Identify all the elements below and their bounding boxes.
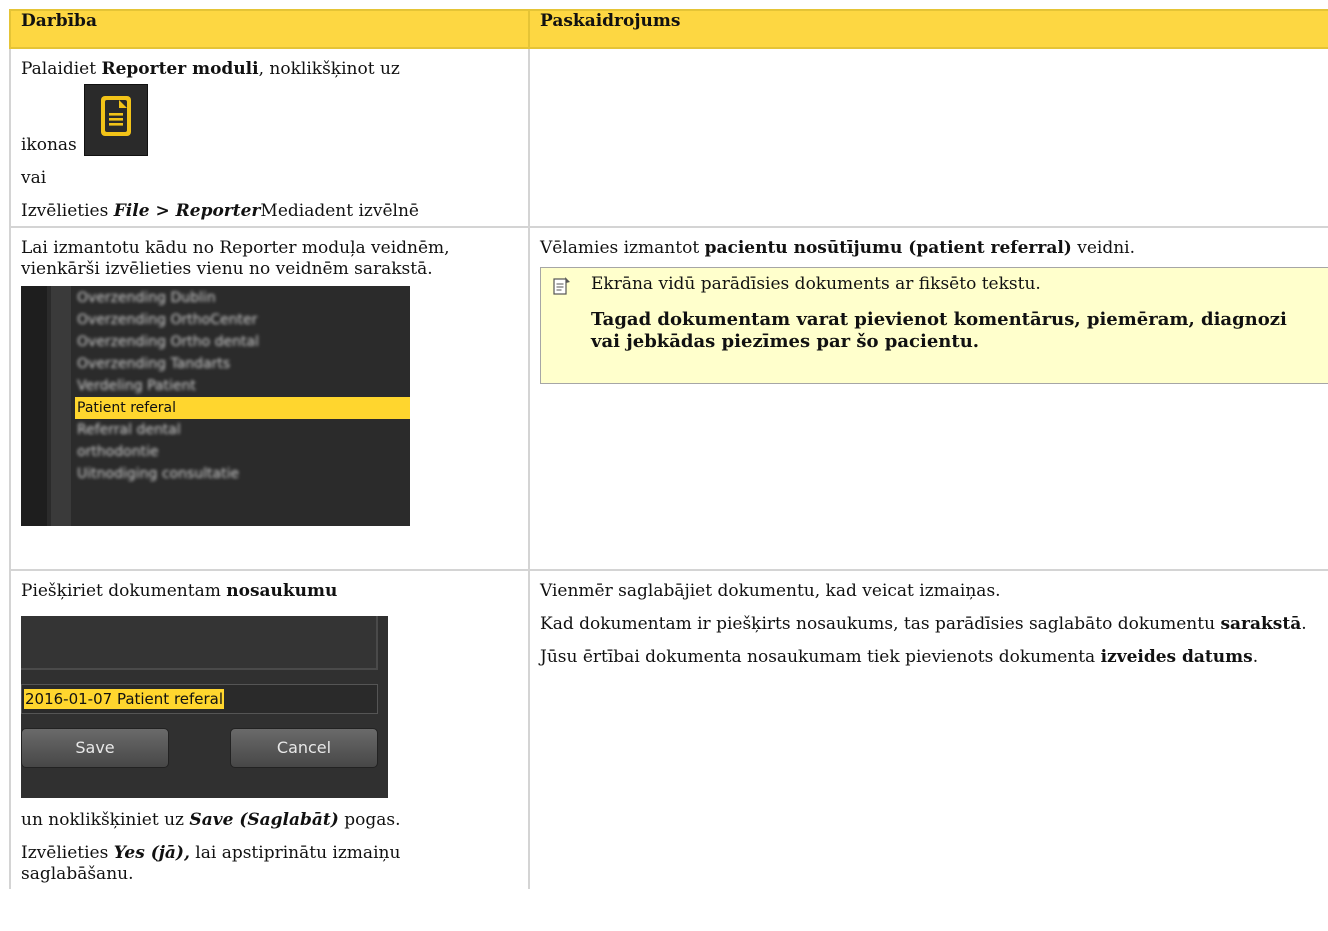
reporter-module-term: Reporter moduli (101, 59, 259, 79)
cancel-button[interactable]: Cancel (230, 728, 378, 768)
header-action: Darbība (9, 9, 530, 49)
template-item-selected[interactable]: Patient referal (75, 397, 410, 419)
template-choice-text: Vēlamies izmantot pacientu nosūtījumu (p… (540, 238, 1136, 258)
template-item[interactable]: orthodontie (77, 441, 159, 463)
name-document-text: Piešķiriet dokumentam nosaukumu (21, 581, 338, 601)
saved-list-text: Kad dokumentam ir piešķirts nosaukums, t… (540, 614, 1307, 634)
list-term: sarakstā (1220, 614, 1302, 634)
document-name-value: 2016-01-07 Patient referal (24, 689, 225, 709)
document-name-field[interactable]: 2016-01-07 Patient referal (21, 684, 378, 714)
template-list-screenshot: Patient referal Overzending Dublin Overze… (21, 286, 410, 526)
menu-reporter: Reporter (175, 201, 261, 221)
creation-date-term: izveides datums (1100, 647, 1253, 667)
header-row: Darbība Paskaidrojums (9, 9, 1328, 49)
template-item[interactable]: Overzending Tandarts (77, 353, 230, 375)
note-icon (553, 276, 571, 302)
menu-file: File (113, 201, 150, 221)
table-row: Lai izmantotu kādu no Reporter moduļa ve… (9, 226, 1328, 571)
template-item[interactable]: Overzending OrthoCenter (77, 309, 257, 331)
yes-term: Yes (jā), (113, 843, 190, 863)
template-item[interactable]: Uitnodiging consultatie (77, 463, 239, 485)
template-item[interactable]: Overzending Dublin (77, 287, 216, 309)
row1-explanation-cell (528, 47, 1328, 228)
select-template-text: Lai izmantotu kādu no Reporter moduļa ve… (21, 238, 450, 279)
save-term: Save (Saglabāt) (189, 810, 339, 830)
save-button[interactable]: Save (21, 728, 169, 768)
patient-referral-term: pacientu nosūtījumu (patient referral) (704, 238, 1072, 258)
document-icon (84, 84, 149, 156)
instruction-table: Darbība Paskaidrojums Palaidiet Reporter… (9, 9, 1328, 889)
icon-line: ikonas (21, 84, 518, 156)
step-launch-text: Palaidiet Reporter moduli, noklikšķinot … (21, 59, 400, 79)
table-row: Piešķiriet dokumentam nosaukumu 2016-01-… (9, 569, 1328, 889)
click-save-text: un noklikšķiniet uz Save (Saglabāt) poga… (21, 810, 401, 830)
row3-explanation-cell: Vienmēr saglabājiet dokumentu, kad veica… (528, 569, 1328, 889)
template-item[interactable]: Overzending Ortho dental (77, 331, 259, 353)
or-text: vai (21, 168, 47, 188)
template-item[interactable]: Verdeling Patient (77, 375, 196, 397)
always-save-text: Vienmēr saglabājiet dokumentu, kad veica… (540, 581, 1001, 601)
template-item[interactable]: Referral dental (77, 419, 181, 441)
menu-path-text: Izvēlieties File > ReporterMediadent izv… (21, 201, 419, 221)
note-box: Ekrāna vidū parādīsies dokuments ar fiks… (540, 267, 1328, 384)
row1-action-cell: Palaidiet Reporter moduli, noklikšķinot … (9, 47, 530, 228)
save-dialog-screenshot: 2016-01-07 Patient referal Save Cancel (21, 616, 388, 798)
row3-action-cell: Piešķiriet dokumentam nosaukumu 2016-01-… (9, 569, 530, 889)
note-line-1: Ekrāna vidū parādīsies dokuments ar fiks… (591, 274, 1041, 294)
table-row: Palaidiet Reporter moduli, noklikšķinot … (9, 47, 1328, 228)
note-line-2: Tagad dokumentam varat pievienot komentā… (591, 309, 1287, 352)
header-explanation: Paskaidrojums (528, 9, 1328, 49)
name-term: nosaukumu (226, 581, 338, 601)
row2-action-cell: Lai izmantotu kādu no Reporter moduļa ve… (9, 226, 530, 571)
creation-date-text: Jūsu ērtībai dokumenta nosaukumam tiek p… (540, 647, 1259, 667)
row2-explanation-cell: Vēlamies izmantot pacientu nosūtījumu (p… (528, 226, 1328, 571)
confirm-yes-text: Izvēlieties Yes (jā), lai apstiprinātu i… (21, 843, 401, 884)
